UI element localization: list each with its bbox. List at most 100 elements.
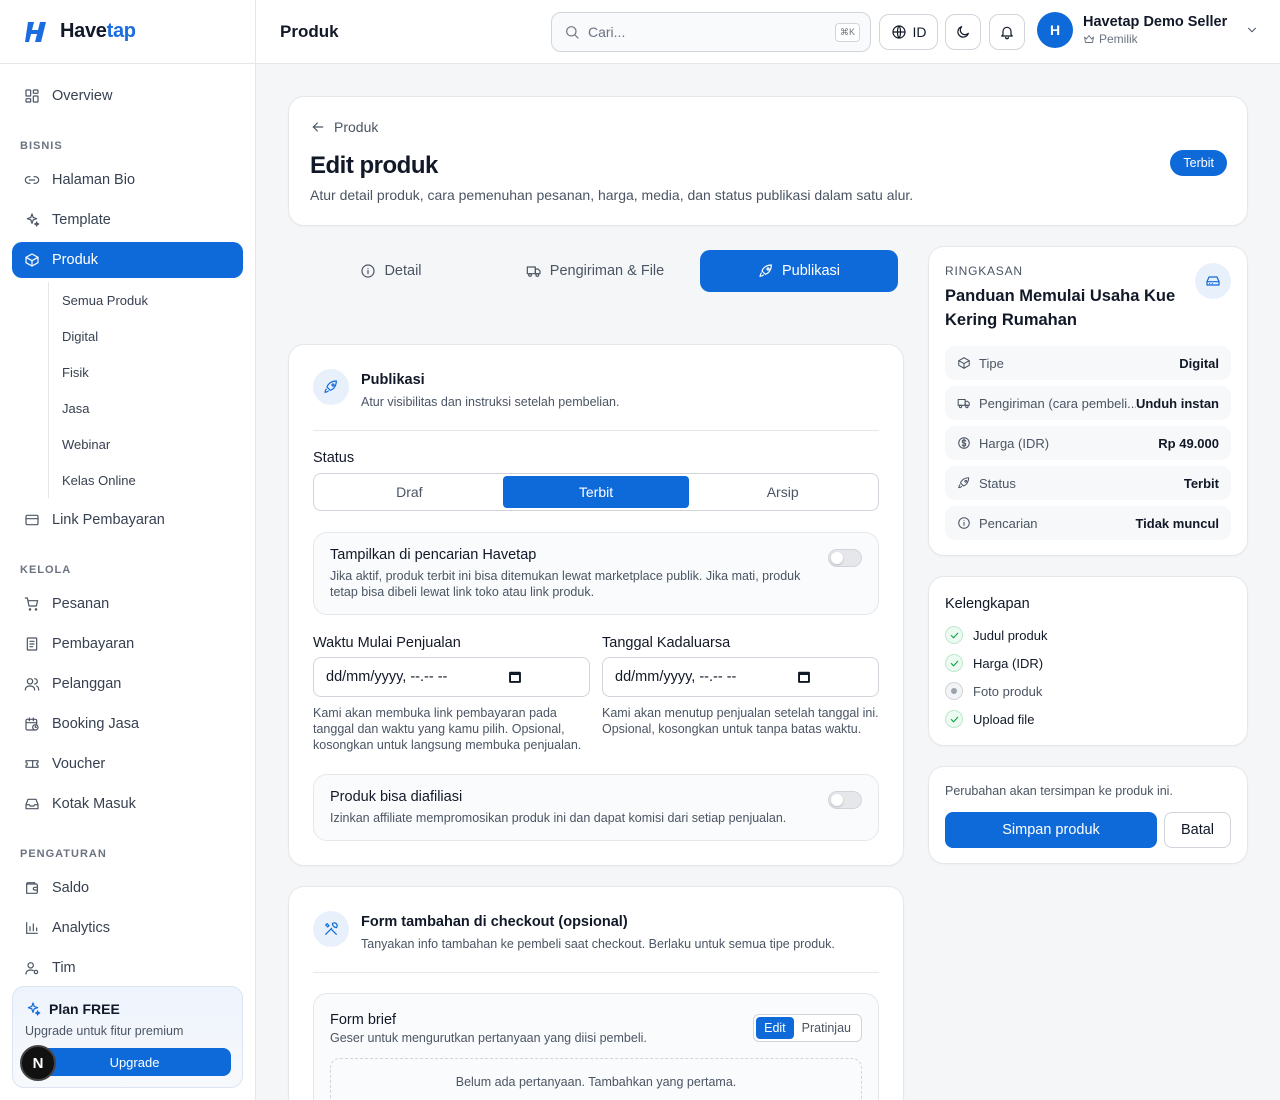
save-note: Perubahan akan tersimpan ke produk ini. — [945, 784, 1173, 798]
summary-key: Pengiriman (cara pembeli... — [979, 395, 1136, 411]
sidebar-item-label: Booking Jasa — [52, 716, 140, 732]
plan-title-text: Plan FREE — [49, 1001, 120, 1017]
completeness-card: Kelengkapan Judul produk Harga (IDR) Fot… — [928, 576, 1248, 746]
start-date-help: Kami akan membuka link pembayaran pada t… — [313, 706, 582, 752]
dev-tools-badge[interactable]: N — [20, 1045, 56, 1081]
sidebar-item-produk[interactable]: Produk — [12, 242, 243, 278]
mode-preview[interactable]: Pratinjau — [794, 1017, 859, 1039]
status-segmented-control: Draf Terbit Arsip — [313, 473, 879, 511]
summary-key: Tipe — [979, 355, 1004, 371]
sparkles-icon — [26, 213, 40, 227]
truck-icon — [526, 266, 541, 277]
sidebar-subitem-kelas-online[interactable]: Kelas Online — [62, 462, 243, 498]
save-product-button[interactable]: Simpan produk — [945, 812, 1157, 848]
calendar-clock-icon — [25, 717, 39, 731]
sidebar-subitem-webinar[interactable]: Webinar — [62, 426, 243, 462]
completeness-label: Upload file — [973, 711, 1035, 727]
user-name: Havetap Demo Seller — [1083, 14, 1228, 30]
sidebar-subitem-fisik[interactable]: Fisik — [62, 354, 243, 390]
sidebar-item-saldo[interactable]: Saldo — [12, 870, 243, 906]
sidebar-item-label: Kotak Masuk — [52, 796, 136, 812]
tab-publikasi[interactable]: Publikasi — [700, 250, 898, 292]
sidebar-item-pembayaran[interactable]: Pembayaran — [12, 626, 243, 662]
status-option-terbit[interactable]: Terbit — [502, 476, 690, 508]
sidebar-item-overview[interactable]: Overview — [12, 78, 243, 114]
sidebar-item-label: Saldo — [52, 880, 90, 896]
status-option-arsip[interactable]: Arsip — [689, 476, 876, 508]
tab-pengiriman-file[interactable]: Pengiriman & File — [496, 250, 694, 292]
brand[interactable]: Havetap — [0, 0, 255, 64]
section-label-bisnis: BISNIS — [20, 140, 63, 152]
summary-card: RINGKASAN Panduan Memulai Usaha Kue Keri… — [928, 246, 1248, 556]
rocket-icon — [759, 264, 772, 277]
divider — [313, 972, 879, 973]
setting-description: Jika aktif, produk terbit ini bisa ditem… — [330, 569, 801, 599]
tools-icon — [325, 922, 338, 935]
completeness-title: Kelengkapan — [945, 596, 1030, 612]
search-visibility-toggle[interactable] — [828, 549, 862, 567]
language-button[interactable]: ID — [879, 14, 938, 50]
sidebar-subitem-jasa[interactable]: Jasa — [62, 390, 243, 426]
upgrade-button[interactable]: Upgrade — [38, 1048, 231, 1076]
sidebar-item-kotak-masuk[interactable]: Kotak Masuk — [12, 786, 243, 822]
user-role-text: Pemilik — [1099, 32, 1138, 46]
drive-icon-badge — [1195, 263, 1231, 299]
notifications-button[interactable] — [989, 14, 1025, 50]
sidebar-subitem-semua-produk[interactable]: Semua Produk — [62, 282, 243, 318]
header-title: Produk — [280, 22, 339, 41]
search-box[interactable]: ⌘K — [551, 12, 871, 52]
affiliate-toggle[interactable] — [828, 791, 862, 809]
sidebar-item-template[interactable]: Template — [12, 202, 243, 238]
back-link[interactable]: Produk — [310, 119, 378, 135]
start-date-label: Waktu Mulai Penjualan — [313, 635, 461, 651]
theme-toggle-button[interactable] — [945, 14, 981, 50]
status-label: Status — [313, 450, 355, 466]
sidebar-item-pelanggan[interactable]: Pelanggan — [12, 666, 243, 702]
rocket-icon — [958, 477, 970, 489]
checkout-form-card: Form tambahan di checkout (opsional) Tan… — [288, 886, 904, 1100]
sidebar-item-label: Pembayaran — [52, 636, 135, 652]
setting-title: Produk bisa diafiliasi — [330, 789, 463, 805]
brief-title: Form brief — [330, 1012, 397, 1028]
mode-edit[interactable]: Edit — [756, 1017, 794, 1039]
calendar-icon[interactable] — [796, 669, 812, 685]
check-icon — [945, 626, 963, 644]
sidebar-nav: Overview BISNIS Halaman Bio Template Pro… — [0, 64, 255, 986]
tab-label: Detail — [384, 263, 422, 279]
completeness-label: Foto produk — [973, 683, 1043, 699]
users-icon — [24, 678, 40, 691]
chevron-down-icon — [1248, 27, 1257, 33]
status-option-draf[interactable]: Draf — [316, 476, 503, 508]
globe-icon — [891, 25, 906, 39]
tab-detail[interactable]: Detail — [292, 250, 490, 292]
sidebar-item-label: Tim — [52, 960, 76, 976]
bell-icon — [1001, 26, 1013, 40]
end-date-help: Kami akan menutup penjualan setelah tang… — [602, 706, 879, 736]
brief-mode-control: Edit Pratinjau — [753, 1014, 862, 1042]
cancel-button[interactable]: Batal — [1164, 812, 1231, 848]
affiliate-setting: Produk bisa diafiliasi Izinkan affiliate… — [313, 774, 879, 841]
bar-chart-icon — [26, 922, 38, 934]
end-date-input[interactable]: dd/mm/yyyy, --.-- -- — [602, 657, 879, 697]
sidebar-item-label: Pelanggan — [52, 676, 122, 692]
sidebar-item-pesanan[interactable]: Pesanan — [12, 586, 243, 622]
calendar-icon[interactable] — [507, 669, 523, 685]
sidebar-subitem-digital[interactable]: Digital — [62, 318, 243, 354]
page-subtitle: Atur detail produk, cara pemenuhan pesan… — [310, 187, 914, 203]
start-date-input[interactable]: dd/mm/yyyy, --.-- -- — [313, 657, 590, 697]
summary-key: Pencarian — [979, 515, 1038, 531]
sidebar-item-booking-jasa[interactable]: Booking Jasa — [12, 706, 243, 742]
sidebar-item-link-pembayaran[interactable]: Link Pembayaran — [12, 502, 243, 538]
link-icon — [24, 176, 40, 184]
search-input[interactable] — [588, 24, 818, 40]
sidebar-item-voucher[interactable]: Voucher — [12, 746, 243, 782]
section-subtitle: Tanyakan info tambahan ke pembeli saat c… — [361, 937, 835, 951]
form-brief-panel: Form brief Geser untuk mengurutkan perta… — [313, 993, 879, 1100]
hard-drive-icon — [1206, 276, 1220, 286]
sidebar: Havetap Overview BISNIS Halaman Bio Temp… — [0, 0, 256, 1100]
sidebar-item-halaman-bio[interactable]: Halaman Bio — [12, 162, 243, 198]
sidebar-item-tim[interactable]: Tim — [12, 950, 243, 986]
end-date-label: Tanggal Kadaluarsa — [602, 635, 731, 651]
user-menu[interactable]: H Havetap Demo Seller Pemilik — [1037, 12, 1259, 48]
sidebar-item-analytics[interactable]: Analytics — [12, 910, 243, 946]
